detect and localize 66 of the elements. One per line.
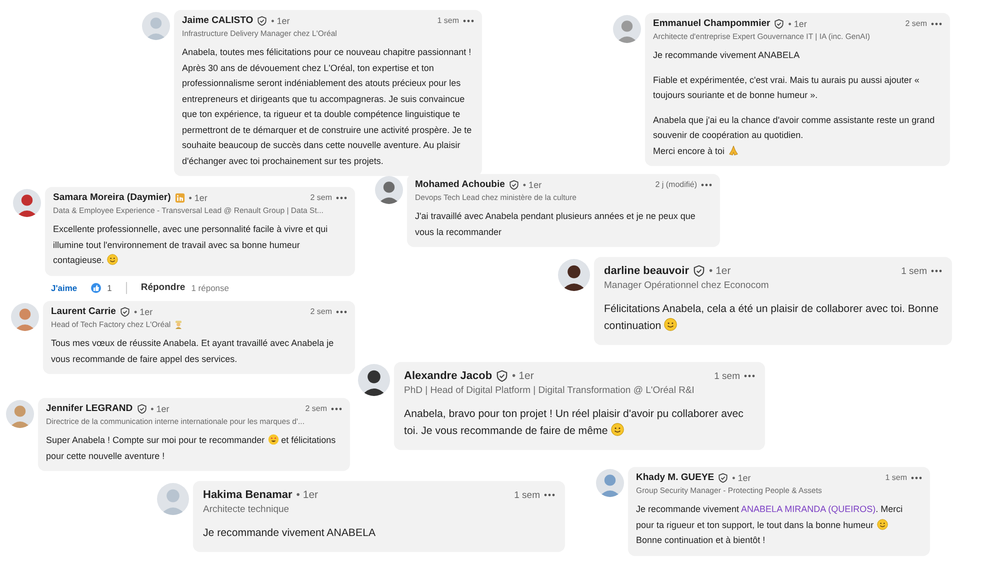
author-name[interactable]: Alexandre Jacob — [404, 370, 492, 382]
connection-degree: • 1er — [512, 370, 534, 382]
comment-text: Je recommande vivement ANABELA — [653, 49, 801, 62]
thumbs-up-icon — [91, 282, 102, 292]
author-headline: PhD | Head of Digital Platform | Digital Transformation @ L'Oréal R&I — [404, 385, 694, 396]
comment-text: Excellente professionnelle, avec une personnalité facile à vivre et qui illumine tout l'environnement de travail avec sa bonne humeur contagieuse. — [53, 223, 329, 267]
connection-degree: • 1er — [788, 18, 807, 28]
avatar[interactable] — [13, 189, 41, 217]
author-name[interactable]: Samara Moreira (Daymier) — [53, 192, 171, 203]
connection-degree: • 1er — [296, 489, 318, 501]
author-name[interactable]: Jennifer LEGRAND — [46, 403, 133, 414]
connection-degree: • 1er — [522, 180, 542, 190]
comment-text: Je recommande vivement ANABELA MIRANDA (QUEIROS). Merci pour ta rigueur et ton support, le tout dans la bonne humeur — [636, 503, 904, 532]
comment-text: Fiable et expérimentée, c'est vrai. Mais tu aurais pu aussi ajouter « toujours souriante et de bonne humeur ». — [653, 74, 920, 102]
more-icon[interactable] — [911, 476, 922, 480]
more-icon[interactable] — [701, 182, 712, 186]
replies-count[interactable]: 1 réponse — [191, 282, 230, 292]
author-name[interactable]: Laurent Carrie — [51, 306, 116, 317]
comment-time: 2 j (modifié) — [655, 180, 697, 189]
more-icon[interactable] — [463, 18, 474, 22]
comment-time: 1 sem — [437, 16, 459, 25]
more-icon[interactable] — [931, 22, 942, 26]
comment-time: 1 sem — [901, 266, 927, 276]
comment-text: Bonne continuation et à bientôt ! — [636, 534, 766, 547]
more-icon[interactable] — [336, 196, 347, 200]
connection-degree: • 1er — [271, 16, 290, 26]
reply-button[interactable]: Répondre — [140, 282, 186, 293]
comment-time: 1 sem — [714, 370, 740, 382]
comment-time: 2 sem — [905, 19, 927, 28]
more-icon[interactable] — [931, 269, 942, 273]
connection-degree: • 1er — [708, 265, 731, 277]
author-headline: Architecte technique — [203, 504, 290, 515]
connection-degree: • 1er — [150, 404, 170, 414]
like-button[interactable]: J'aime — [51, 282, 78, 292]
connection-degree: • 1er — [188, 192, 208, 202]
author-name[interactable]: Mohamed Achoubie — [415, 179, 505, 190]
comment-text: Félicitations Anabela, cela a été un plaisir de collaborer avec toi. Bonne continuation — [604, 302, 940, 334]
connection-degree: • 1er — [732, 472, 751, 482]
comment-text: Anabela, toutes mes félicitations pour ce nouveau chapitre passionnant ! Après 30 ans de dévouement chez L'Oréal, ton expertise et ton professionnalisme seront indéniablement des atouts précieux pour les entrepreneurs et dirigeants que tu accompagneras. Je suis convaincue que ton expérience, ta rigueur et ta double compétence linguistique te permettront de te démarquer et de construire une activité prospère. Je te souhaite beaucoup de succès dans cette nouvelle aventure. Au plaisir d'échanger avec toi prochainement sur tes projets. — [182, 46, 473, 168]
comment-text: Merci encore à toi — [653, 144, 942, 159]
author-name[interactable]: Khady M. GUEYE — [636, 472, 714, 483]
more-icon[interactable] — [331, 406, 342, 410]
comment-text: J'ai travaillé avec Anabela pendant plusieurs années et je ne peux que vous la recommander — [415, 210, 696, 238]
comment-time: 1 sem — [514, 490, 540, 500]
comment-time: 1 sem — [885, 473, 907, 482]
comment-text: Anabela, bravo pour ton projet ! Un réel plaisir d'avoir pu collaborer avec toi. Je vous recommande de faire de même — [404, 407, 744, 439]
mention-link[interactable]: ANABELA MIRANDA (QUEIROS) — [741, 504, 876, 514]
more-icon[interactable] — [544, 493, 555, 497]
connection-degree: • 1er — [134, 306, 153, 316]
comment-text: Je recommande vivement ANABELA — [203, 526, 377, 541]
comment-time: 2 sem — [305, 404, 327, 413]
author-name[interactable]: darline beauvoir — [604, 265, 689, 277]
more-icon[interactable] — [744, 374, 755, 378]
author-headline: Manager Opérationnel chez Econocom — [604, 280, 769, 291]
author-name[interactable]: Hakima Benamar — [203, 489, 292, 501]
comment-time: 2 sem — [310, 193, 332, 202]
comment-time: 2 sem — [310, 307, 332, 316]
comment-text: Super Anabela ! Compte sur moi pour te recommander et félicitations pour cette nouvelle aventure ! — [46, 433, 337, 463]
comment-text: Anabela que j'ai eu la chance d'avoir comme assistante reste un grand souvenir de coopération au quotidien. — [653, 114, 936, 142]
avatar[interactable] — [558, 259, 590, 291]
author-name[interactable]: Emmanuel Champommier — [653, 18, 770, 29]
more-icon[interactable] — [336, 310, 347, 314]
author-name[interactable]: Jaime CALISTO — [182, 15, 254, 26]
reaction-count: 1 — [107, 282, 112, 292]
comment-text: Tous mes vœux de réussite Anabela. Et ayant travaillé avec Anabela je vous recommande de faire appel des services. — [51, 337, 335, 366]
avatar[interactable] — [358, 364, 390, 396]
